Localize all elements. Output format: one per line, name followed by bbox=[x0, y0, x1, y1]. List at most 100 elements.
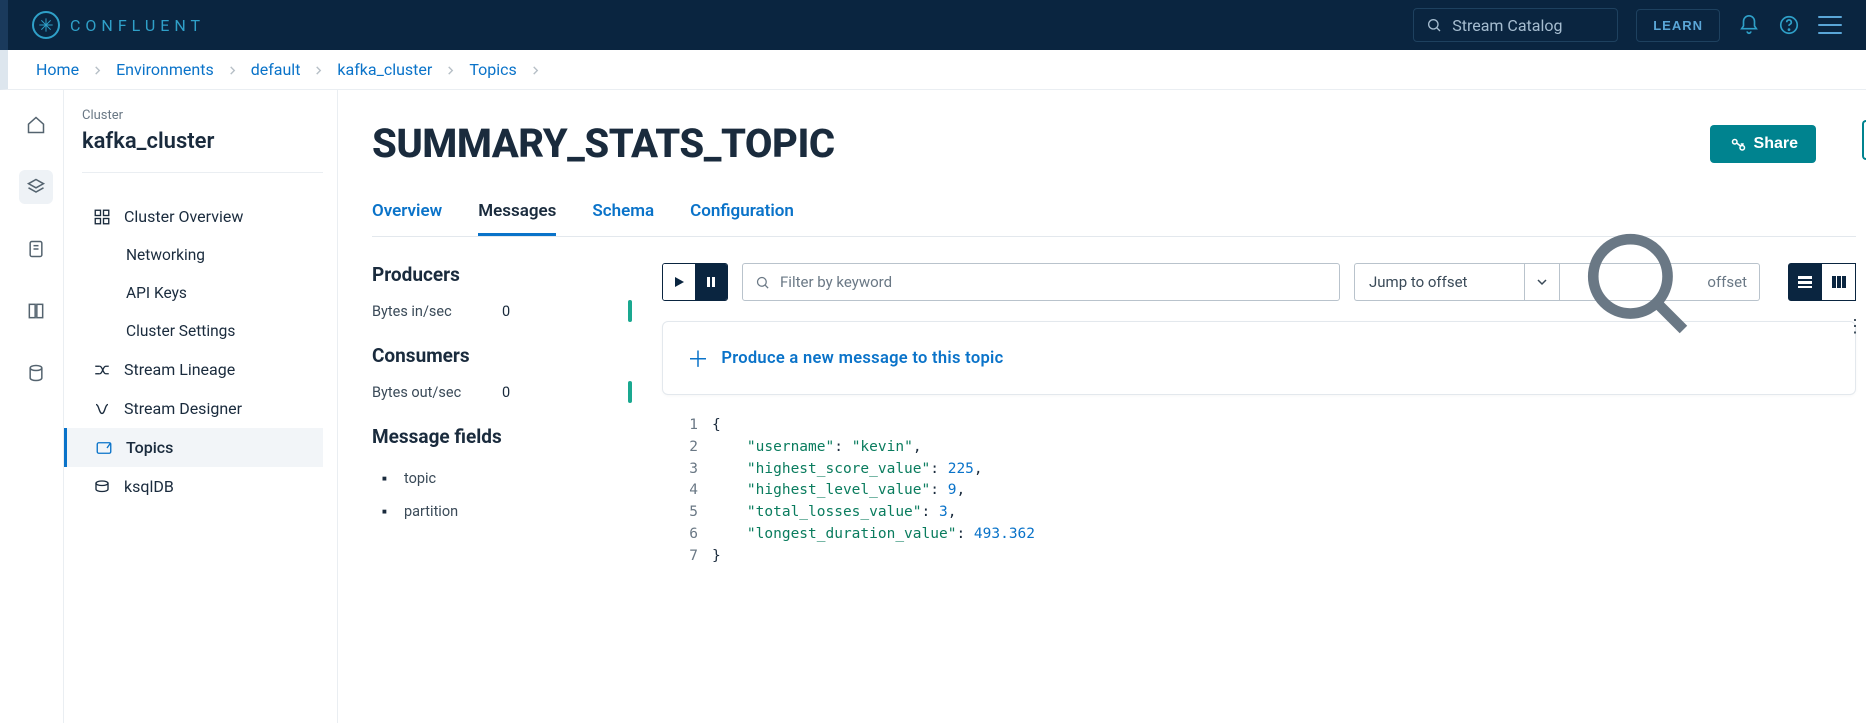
search-icon bbox=[1572, 218, 1699, 345]
crumb-cluster[interactable]: kafka_cluster bbox=[337, 60, 432, 79]
message-json-viewer[interactable]: 1 2 3 4 5 6 7 { "username": "kevin", "hi… bbox=[662, 415, 1856, 567]
nav-stream-designer[interactable]: Stream Designer bbox=[82, 389, 323, 428]
page-title: SUMMARY_STATS_TOPIC bbox=[372, 120, 835, 167]
stat-bytes-out: Bytes out/sec 0 bbox=[372, 381, 632, 403]
nav-networking[interactable]: Networking bbox=[82, 236, 323, 274]
stat-value: 0 bbox=[502, 384, 532, 401]
code-body: { "username": "kevin", "highest_score_va… bbox=[712, 415, 1035, 567]
produce-label: Produce a new message to this topic bbox=[721, 349, 1003, 368]
message-fields-heading: Message fields bbox=[372, 425, 632, 448]
chevron-right-icon bbox=[446, 60, 455, 79]
play-icon[interactable] bbox=[663, 264, 695, 300]
nav-stream-lineage[interactable]: Stream Lineage bbox=[82, 350, 323, 389]
view-mode-toggle[interactable] bbox=[1788, 263, 1856, 301]
designer-icon bbox=[92, 400, 112, 418]
share-label: Share bbox=[1754, 135, 1798, 153]
help-icon[interactable] bbox=[1778, 14, 1800, 36]
messages-pane: Filter by keyword Jump to offset offset bbox=[662, 263, 1856, 567]
field-topic[interactable]: topic bbox=[382, 462, 632, 495]
kebab-menu-icon[interactable]: ⋮ bbox=[1846, 316, 1862, 337]
crumb-default[interactable]: default bbox=[251, 60, 301, 79]
sparkline-icon bbox=[628, 300, 632, 322]
offset-placeholder: offset bbox=[1707, 273, 1747, 291]
chevron-right-icon bbox=[531, 60, 540, 79]
rail-map[interactable] bbox=[19, 294, 53, 328]
crumb-topics[interactable]: Topics bbox=[469, 60, 516, 79]
learn-button[interactable]: LEARN bbox=[1636, 9, 1720, 42]
tab-overview[interactable]: Overview bbox=[372, 201, 442, 236]
search-placeholder: Stream Catalog bbox=[1452, 16, 1562, 35]
crumb-environments[interactable]: Environments bbox=[116, 60, 214, 79]
rail-db[interactable] bbox=[19, 356, 53, 390]
rail-home[interactable] bbox=[19, 108, 53, 142]
nav-ksqldb[interactable]: ksqlDB bbox=[82, 467, 323, 506]
icon-rail bbox=[8, 90, 64, 723]
chevron-right-icon bbox=[93, 60, 102, 79]
confluent-logo-icon bbox=[32, 11, 60, 39]
line-gutter: 1 2 3 4 5 6 7 bbox=[662, 415, 712, 567]
rail-doc[interactable] bbox=[19, 232, 53, 266]
ksqldb-icon bbox=[92, 478, 112, 496]
tab-messages[interactable]: Messages bbox=[478, 201, 556, 236]
nav-cluster-settings[interactable]: Cluster Settings bbox=[82, 312, 323, 350]
column-view-icon[interactable] bbox=[1822, 263, 1856, 301]
top-bar: CONFLUENT Stream Catalog LEARN bbox=[0, 0, 1866, 50]
search-icon bbox=[755, 275, 770, 290]
crumb-home[interactable]: Home bbox=[36, 60, 79, 79]
nav-topics[interactable]: Topics bbox=[64, 428, 323, 467]
search-icon bbox=[1426, 17, 1442, 33]
topics-icon bbox=[94, 439, 114, 457]
brand-logo[interactable]: CONFLUENT bbox=[32, 11, 205, 39]
field-partition[interactable]: partition bbox=[382, 495, 632, 528]
nav-cluster-overview[interactable]: Cluster Overview bbox=[82, 197, 323, 236]
nav-label: ksqlDB bbox=[124, 477, 174, 496]
play-pause-toggle[interactable] bbox=[662, 263, 728, 301]
offset-input[interactable]: offset bbox=[1560, 263, 1760, 301]
stat-key: Bytes out/sec bbox=[372, 384, 502, 401]
grid-icon bbox=[92, 208, 112, 226]
tab-schema[interactable]: Schema bbox=[592, 201, 654, 236]
cluster-name: kafka_cluster bbox=[82, 129, 323, 154]
nav-apikeys[interactable]: API Keys bbox=[82, 274, 323, 312]
sidebar: Cluster kafka_cluster Cluster Overview N… bbox=[64, 90, 338, 723]
stat-key: Bytes in/sec bbox=[372, 303, 502, 320]
nav-label: Networking bbox=[126, 246, 205, 264]
brand-text: CONFLUENT bbox=[70, 16, 205, 35]
secondary-action-edge[interactable] bbox=[1862, 120, 1866, 160]
pause-icon[interactable] bbox=[695, 264, 727, 300]
consumers-heading: Consumers bbox=[372, 344, 632, 367]
chevron-right-icon bbox=[314, 60, 323, 79]
filter-input[interactable]: Filter by keyword bbox=[742, 263, 1340, 301]
breadcrumb: Home Environments default kafka_cluster … bbox=[0, 50, 1866, 90]
messages-toolbar: Filter by keyword Jump to offset offset bbox=[662, 263, 1856, 301]
plus-icon: ＋ bbox=[687, 342, 709, 374]
nav-label: API Keys bbox=[126, 284, 187, 302]
rail-layers[interactable] bbox=[19, 170, 53, 204]
nav-label: Topics bbox=[126, 438, 173, 457]
stat-bytes-in: Bytes in/sec 0 bbox=[372, 300, 632, 322]
divider bbox=[82, 172, 323, 173]
nav-label: Cluster Settings bbox=[126, 322, 235, 340]
jump-label: Jump to offset bbox=[1369, 273, 1467, 291]
filter-placeholder: Filter by keyword bbox=[780, 273, 892, 291]
share-button[interactable]: Share bbox=[1710, 125, 1816, 163]
chevron-right-icon bbox=[228, 60, 237, 79]
stats-panel: Producers Bytes in/sec 0 Consumers Bytes… bbox=[372, 263, 632, 567]
main-panel: SUMMARY_STATS_TOPIC Share Overview Messa… bbox=[338, 90, 1866, 723]
nav-label: Cluster Overview bbox=[124, 207, 243, 226]
menu-icon[interactable] bbox=[1818, 16, 1842, 34]
share-icon bbox=[1728, 135, 1746, 153]
bell-icon[interactable] bbox=[1738, 14, 1760, 36]
nav-label: Stream Lineage bbox=[124, 360, 235, 379]
nav-label: Stream Designer bbox=[124, 399, 242, 418]
cluster-section-label: Cluster bbox=[82, 108, 323, 123]
sparkline-icon bbox=[628, 381, 632, 403]
stat-value: 0 bbox=[502, 303, 532, 320]
lineage-icon bbox=[92, 361, 112, 379]
tab-configuration[interactable]: Configuration bbox=[690, 201, 794, 236]
list-view-icon[interactable] bbox=[1788, 263, 1822, 301]
jump-to-offset-select[interactable]: Jump to offset bbox=[1354, 263, 1524, 301]
stream-catalog-search[interactable]: Stream Catalog bbox=[1413, 8, 1618, 42]
chevron-down-icon[interactable] bbox=[1524, 263, 1560, 301]
producers-heading: Producers bbox=[372, 263, 632, 286]
